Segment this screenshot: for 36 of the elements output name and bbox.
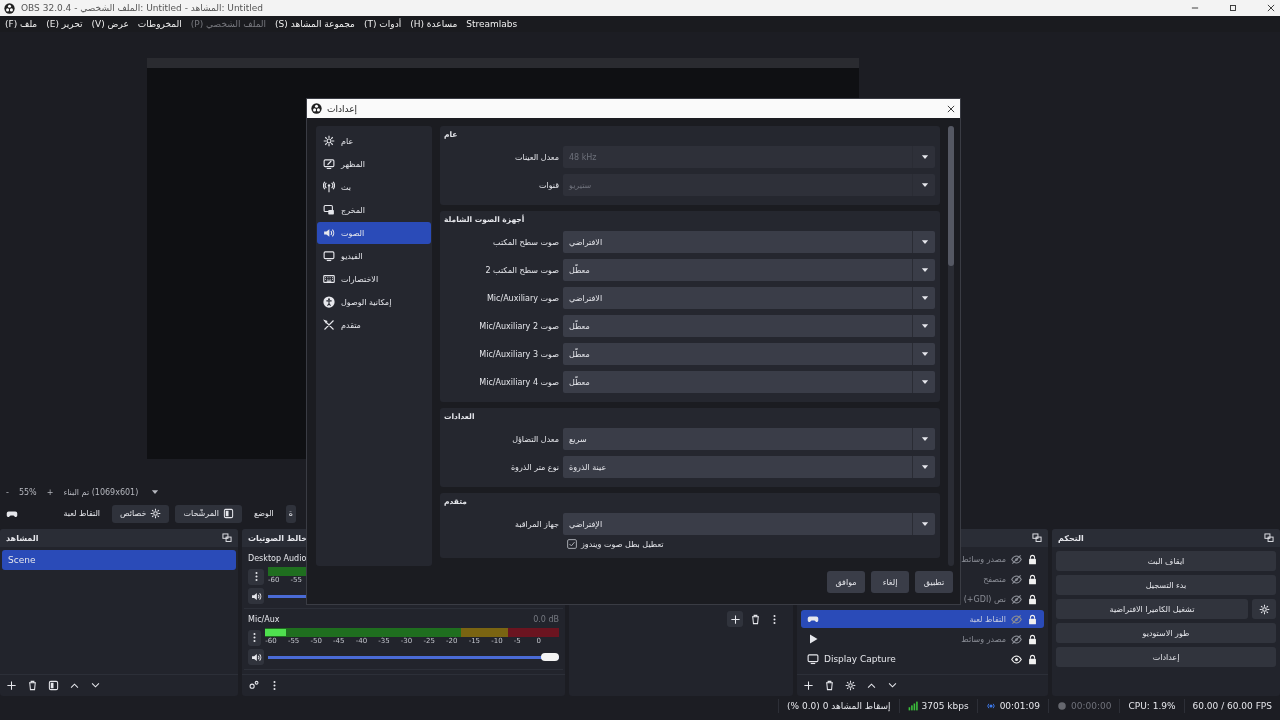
channel-name: Mic/Aux bbox=[248, 615, 280, 624]
record-time: 00:00:00 bbox=[1071, 701, 1112, 711]
field-label: نوع متر الذروة bbox=[509, 462, 559, 472]
zoom-level: 55% bbox=[18, 487, 37, 497]
field-label: صوت سطح المكتب 2 bbox=[484, 265, 559, 275]
resolution-label: تم البناء (1069x601) bbox=[63, 487, 139, 497]
source-name: مصدر وسائط bbox=[961, 634, 1006, 644]
stream-time: 00:01:09 bbox=[999, 701, 1041, 711]
checkbox-label: تعطيل بطل صوت ويندوز bbox=[581, 539, 664, 549]
dock-title: خالط الصوتيات bbox=[248, 533, 308, 543]
source-name: Display Capture bbox=[824, 654, 896, 664]
source-name: مصدر وسائط bbox=[961, 554, 1006, 564]
field-label: معدل العينات bbox=[514, 152, 559, 162]
dock-title: المشاهد bbox=[6, 533, 39, 543]
field-label: صوت Mic/Auxiliary bbox=[485, 293, 559, 303]
source-name: نص (GDI+) bbox=[963, 594, 1006, 604]
field-label: جهاز المراقبة bbox=[514, 519, 559, 529]
dialog-title: إعدادات bbox=[327, 103, 358, 114]
cpu-usage: CPU: 1.9% bbox=[1119, 699, 1184, 713]
fps: 60.00 / 60.00 FPS bbox=[1183, 699, 1280, 713]
window-title: OBS 32.0.4 - الملف الشخصي: Untitled - المشاهد: Untitled bbox=[21, 3, 263, 13]
channel-name: Desktop Audio bbox=[248, 554, 307, 563]
source-name: التقاط لعبة bbox=[969, 614, 1006, 624]
volume-reading: 0.0 dB bbox=[533, 615, 559, 624]
source-name: متصفح bbox=[983, 574, 1006, 584]
source-name: التقاط لعبة bbox=[63, 509, 101, 518]
field-label: قنوات bbox=[537, 180, 559, 190]
dock-title: التحكم bbox=[1058, 533, 1084, 543]
field-label: صوت Mic/Auxiliary 2 bbox=[478, 321, 559, 331]
field-label: معدل التضاؤل bbox=[511, 434, 559, 444]
bitrate: 3705 kbps bbox=[921, 701, 969, 711]
dropped-frames: إسقاط المشاهد 0 (0.0 %) bbox=[778, 699, 899, 713]
field-label: صوت سطح المكتب bbox=[492, 237, 559, 247]
mode-label: الوضع bbox=[253, 509, 274, 518]
field-label: صوت Mic/Auxiliary 4 bbox=[478, 377, 559, 387]
field-label: صوت Mic/Auxiliary 3 bbox=[478, 349, 559, 359]
